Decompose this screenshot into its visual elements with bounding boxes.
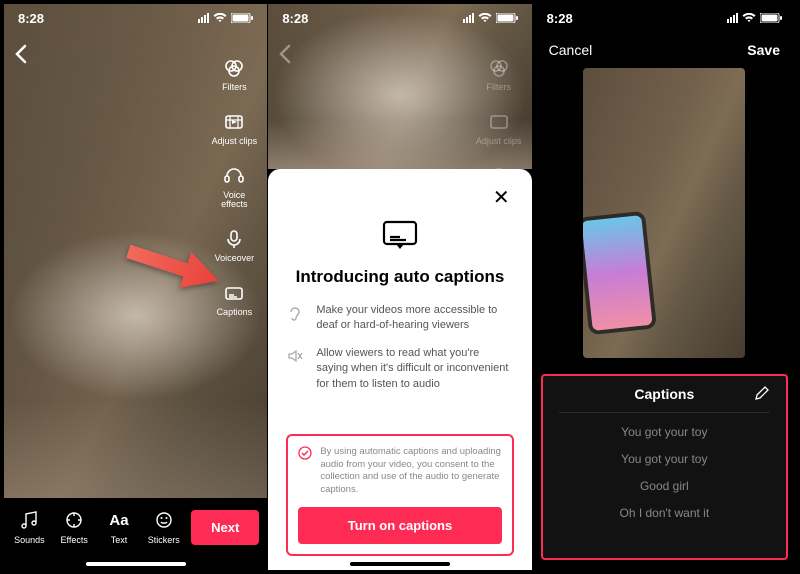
effects-icon bbox=[63, 509, 85, 531]
voice-effects-icon bbox=[222, 164, 246, 188]
close-button[interactable]: ✕ bbox=[489, 183, 514, 212]
status-time: 8:28 bbox=[547, 11, 573, 26]
text-button[interactable]: Aa Text bbox=[102, 509, 137, 545]
wifi-icon bbox=[213, 13, 227, 23]
next-button[interactable]: Next bbox=[191, 510, 259, 545]
captions-tool[interactable]: Captions bbox=[217, 281, 253, 317]
modal-title: Introducing auto captions bbox=[286, 267, 513, 287]
consent-highlight-box: By using automatic captions and uploadin… bbox=[286, 434, 513, 556]
wifi-icon bbox=[742, 13, 756, 23]
sounds-button[interactable]: Sounds bbox=[12, 509, 47, 545]
tool-label: Captions bbox=[217, 308, 253, 317]
signal-icon bbox=[463, 13, 474, 23]
home-indicator[interactable] bbox=[86, 562, 186, 566]
phone-editor: 8:28 Filters Adjust clips Voice effects bbox=[4, 4, 267, 570]
captions-icon bbox=[222, 281, 246, 305]
edit-captions-button[interactable] bbox=[754, 385, 770, 404]
mute-icon bbox=[286, 347, 304, 365]
turn-on-captions-button[interactable]: Turn on captions bbox=[298, 507, 501, 544]
voice-effects-tool[interactable]: Voice effects bbox=[221, 164, 247, 209]
video-thumbnail[interactable] bbox=[583, 68, 745, 358]
caption-list: You got your toy You got your toy Good g… bbox=[559, 425, 770, 520]
back-button[interactable] bbox=[278, 44, 292, 70]
tool-label: Adjust clips bbox=[212, 137, 258, 146]
stickers-button[interactable]: Stickers bbox=[146, 509, 181, 545]
bullet-accessibility: Make your videos more accessible to deaf… bbox=[286, 303, 513, 334]
tool-label: Filters bbox=[222, 83, 247, 92]
captions-panel: Captions You got your toy You got your t… bbox=[541, 374, 788, 560]
cancel-button[interactable]: Cancel bbox=[549, 42, 593, 58]
battery-icon bbox=[231, 13, 253, 23]
status-bar: 8:28 bbox=[533, 4, 796, 32]
stickers-icon bbox=[153, 509, 175, 531]
adjust-clips-tool: Adjust clips bbox=[476, 110, 522, 146]
bt-label: Effects bbox=[60, 535, 87, 545]
check-icon bbox=[298, 446, 312, 460]
battery-icon bbox=[760, 13, 782, 23]
music-icon bbox=[18, 509, 40, 531]
status-time: 8:28 bbox=[18, 11, 44, 26]
caption-line[interactable]: Good girl bbox=[640, 479, 689, 493]
status-time: 8:28 bbox=[282, 11, 308, 26]
signal-icon bbox=[198, 13, 209, 23]
filters-tool[interactable]: Filters bbox=[222, 56, 247, 92]
save-button[interactable]: Save bbox=[747, 42, 780, 58]
bullet-text: Allow viewers to read what you're saying… bbox=[316, 346, 513, 392]
editor-header: Cancel Save bbox=[533, 36, 796, 64]
bt-label: Sounds bbox=[14, 535, 45, 545]
captions-heading: Captions bbox=[634, 386, 694, 402]
tool-label: Voice effects bbox=[221, 191, 247, 209]
bottom-toolbar: Sounds Effects Aa Text Stickers Next bbox=[4, 498, 267, 570]
bt-label: Stickers bbox=[148, 535, 180, 545]
filters-tool: Filters bbox=[486, 56, 511, 92]
text-icon: Aa bbox=[108, 509, 130, 531]
phone-in-video bbox=[583, 215, 653, 331]
signal-icon bbox=[727, 13, 738, 23]
captions-modal-icon bbox=[382, 220, 418, 255]
video-preview-dim: 8:28 Filters Adjust clips Voice effects bbox=[268, 4, 531, 169]
caption-line[interactable]: You got your toy bbox=[621, 425, 707, 439]
effects-button[interactable]: Effects bbox=[57, 509, 92, 545]
adjust-clips-tool[interactable]: Adjust clips bbox=[212, 110, 258, 146]
caption-line[interactable]: Oh I don't want it bbox=[619, 506, 709, 520]
status-bar: 8:28 bbox=[4, 4, 267, 32]
filters-icon bbox=[222, 56, 246, 80]
bt-label: Text bbox=[111, 535, 128, 545]
voiceover-icon bbox=[222, 227, 246, 251]
battery-icon bbox=[496, 13, 518, 23]
status-bar: 8:28 bbox=[268, 4, 531, 32]
bullet-readability: Allow viewers to read what you're saying… bbox=[286, 346, 513, 392]
back-button[interactable] bbox=[14, 44, 28, 70]
wifi-icon bbox=[478, 13, 492, 23]
ear-icon bbox=[286, 304, 304, 322]
adjust-clips-icon bbox=[222, 110, 246, 134]
home-indicator[interactable] bbox=[350, 562, 450, 566]
captions-intro-modal: ✕ Introducing auto captions Make your vi… bbox=[268, 169, 531, 570]
consent-text: By using automatic captions and uploadin… bbox=[320, 446, 501, 497]
bullet-text: Make your videos more accessible to deaf… bbox=[316, 303, 513, 334]
phone-modal: 8:28 Filters Adjust clips Voice effects … bbox=[268, 4, 531, 570]
phone-captions-editor: 8:28 Cancel Save Captions You got your t… bbox=[533, 4, 796, 570]
caption-line[interactable]: You got your toy bbox=[621, 452, 707, 466]
